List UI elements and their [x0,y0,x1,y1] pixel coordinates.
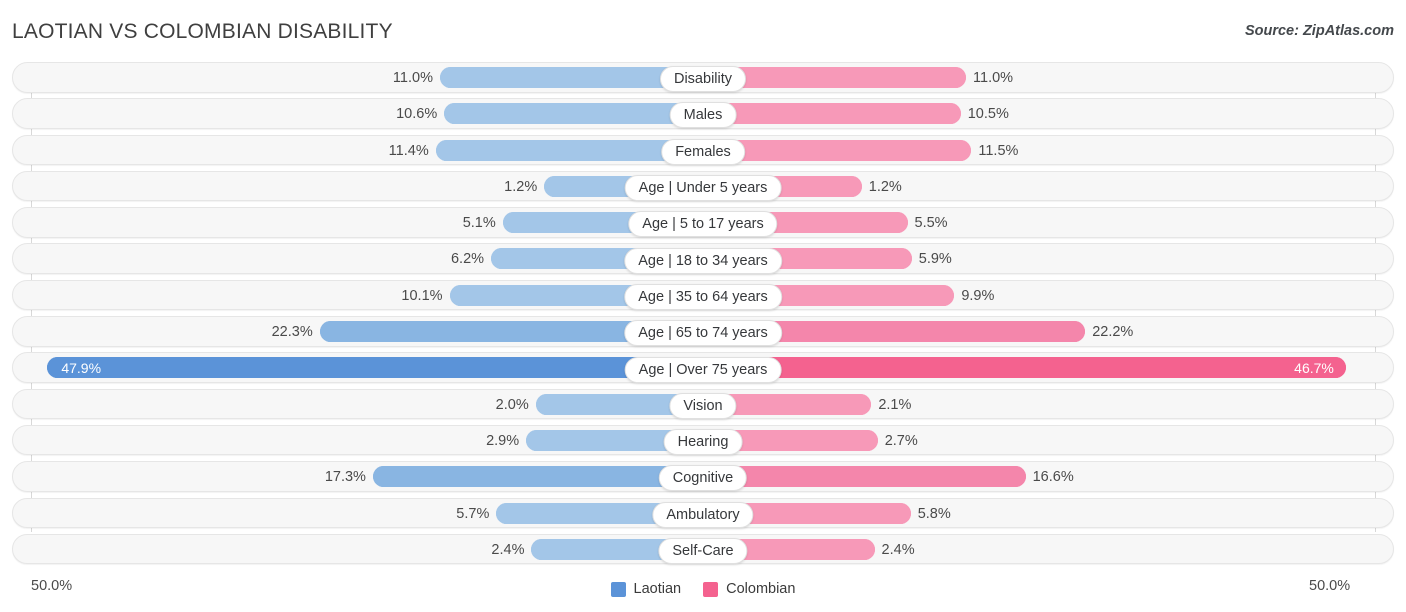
value-label-colombian: 2.1% [878,396,912,413]
value-label-laotian: 2.9% [486,432,520,449]
table-row[interactable]: 17.3% 16.6% Cognitive [12,461,1394,492]
bar-colombian [704,357,1346,379]
row-category-label: Ambulatory [652,501,754,528]
table-row[interactable]: 22.3% 22.2% Age | 65 to 74 years [12,316,1394,347]
value-label-laotian: 10.1% [401,287,443,304]
value-label-colombian: 46.7% [1294,360,1334,377]
bar-laotian [444,103,702,125]
table-row[interactable]: 2.9% 2.7% Hearing [12,424,1394,456]
value-label-colombian: 5.8% [917,505,951,522]
chart-rows: 11.0% 11.0% Disability 10.6% 10.5% Males 11.4%… [12,62,1394,570]
table-row[interactable]: 47.9% 46.7% Age | Over 75 years [12,352,1394,383]
row-category-label: Self-Care [658,538,748,565]
value-label-colombian: 10.5% [967,106,1009,123]
legend-label: Colombian [726,581,796,597]
page-title: LAOTIAN VS COLOMBIAN DISABILITY [12,20,393,43]
value-label-laotian: 2.4% [491,541,525,558]
row-category-label: Age | 5 to 17 years [628,211,778,238]
legend-item[interactable]: Laotian [610,581,682,597]
row-category-label: Disability [659,66,747,93]
bar-colombian [704,103,961,125]
row-category-label: Age | 65 to 74 years [624,320,782,347]
chart-legend: Laotian Colombian [0,578,1406,600]
value-label-laotian: 5.7% [456,505,490,522]
bar-laotian [372,466,702,488]
value-label-laotian: 10.6% [396,106,438,123]
value-label-colombian: 11.0% [973,70,1014,86]
table-row[interactable]: 10.1% 9.9% Age | 35 to 64 years [12,279,1394,311]
value-label-colombian: 16.6% [1032,469,1074,486]
value-label-colombian: 11.5% [978,142,1019,159]
bar-colombian [704,466,1026,488]
chart-page: LAOTIAN VS COLOMBIAN DISABILITY Source: … [0,0,1406,612]
table-row[interactable]: 5.1% 5.5% Age | 5 to 17 years [12,207,1394,238]
table-row[interactable]: 6.2% 5.9% Age | 18 to 34 years [12,243,1394,274]
value-label-laotian: 1.2% [504,178,538,195]
value-label-colombian: 9.9% [961,287,995,304]
value-label-colombian: 5.9% [918,251,952,268]
bar-laotian [47,357,702,379]
table-row[interactable]: 11.4% 11.5% Females [12,134,1394,166]
value-label-laotian: 11.4% [388,142,429,159]
row-category-label: Age | Under 5 years [624,175,782,202]
legend-item[interactable]: Colombian [703,581,795,597]
table-row[interactable]: 2.0% 2.1% Vision [12,388,1394,420]
row-category-label: Vision [669,392,737,419]
value-label-laotian: 17.3% [324,469,366,486]
table-row[interactable]: 1.2% 1.2% Age | Under 5 years [12,170,1394,202]
legend-swatch-icon [703,581,719,597]
value-label-laotian: 47.9% [61,360,102,377]
table-row[interactable]: 2.4% 2.4% Self-Care [12,533,1394,565]
row-category-label: Hearing [663,429,743,456]
legend-swatch-icon [610,581,626,597]
value-label-laotian: 6.2% [450,251,485,268]
value-label-colombian: 1.2% [868,178,902,195]
row-category-label: Age | Over 75 years [624,356,782,383]
value-label-colombian: 5.5% [914,215,948,232]
value-label-laotian: 11.0% [392,70,433,86]
legend-label: Laotian [633,581,682,597]
diverging-bar-chart: 11.0% 11.0% Disability 10.6% 10.5% Males 11.4%… [12,62,1394,570]
row-category-label: Age | 35 to 64 years [624,283,782,310]
value-label-laotian: 5.1% [462,215,496,232]
value-label-laotian: 22.3% [271,324,313,341]
table-row[interactable]: 10.6% 10.5% Males [12,98,1394,129]
table-row[interactable]: 11.0% 11.0% Disability [12,62,1394,93]
row-category-label: Males [669,102,737,129]
table-row[interactable]: 5.7% 5.8% Ambulatory [12,497,1394,529]
value-label-colombian: 22.2% [1092,324,1134,341]
row-category-label: Age | 18 to 34 years [624,247,782,274]
row-category-label: Females [661,138,745,165]
value-label-colombian: 2.4% [881,541,915,558]
value-label-colombian: 2.7% [884,432,918,449]
value-label-laotian: 2.0% [495,396,529,413]
source-attribution: Source: ZipAtlas.com [1244,23,1394,39]
row-category-label: Cognitive [658,465,748,492]
